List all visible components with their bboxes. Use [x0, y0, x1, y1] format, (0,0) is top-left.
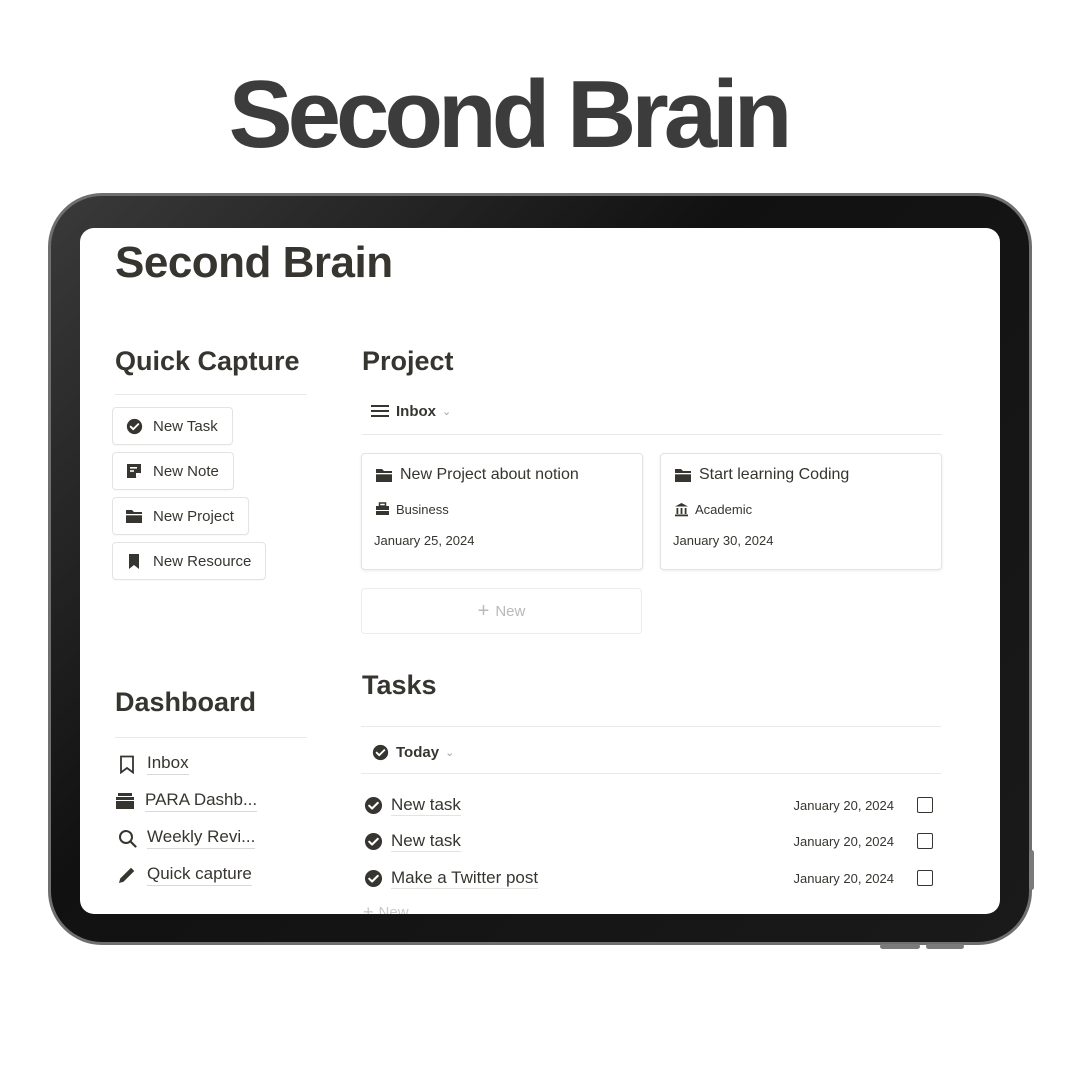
check-circle-icon	[125, 417, 143, 435]
task-date: January 20, 2024	[793, 797, 894, 813]
check-circle-icon	[363, 868, 383, 888]
card-title-text: New Project about notion	[400, 466, 579, 483]
task-row[interactable]: Make a Twitter post January 20, 2024	[363, 863, 933, 893]
check-circle-icon	[363, 795, 383, 815]
search-icon	[116, 827, 138, 849]
hero-title: Second Brain	[228, 61, 793, 168]
tablet-button	[1029, 850, 1034, 890]
project-card[interactable]: New Project about notion Business Januar…	[361, 453, 643, 570]
folder-icon	[374, 465, 394, 485]
check-circle-icon	[363, 831, 383, 851]
project-view-tab[interactable]: Inbox ⌄	[370, 401, 451, 421]
card-tag-text: Academic	[695, 501, 753, 517]
divider	[115, 394, 307, 395]
new-project-card-button[interactable]: + New	[361, 588, 642, 634]
app-screen: Second Brain Quick Capture New Task New …	[80, 228, 1000, 914]
task-row[interactable]: New task January 20, 2024	[363, 826, 933, 856]
new-note-button[interactable]: New Note	[112, 452, 234, 490]
project-card[interactable]: Start learning Coding Academic January 3…	[660, 453, 942, 570]
dashboard-item-label: Weekly Revi...	[147, 827, 256, 849]
new-task-row-button[interactable]: + New	[363, 902, 409, 914]
note-icon	[125, 462, 143, 480]
page-title: Second Brain	[115, 238, 393, 287]
divider	[115, 737, 307, 738]
task-checkbox[interactable]	[917, 833, 933, 849]
tablet-button	[880, 944, 920, 949]
dashboard-heading: Dashboard	[115, 687, 257, 717]
dashboard-item-weekly-review[interactable]: Weekly Revi...	[116, 824, 256, 852]
view-tab-label: Inbox	[396, 402, 436, 420]
dashboard-item-inbox[interactable]: Inbox	[116, 750, 189, 778]
task-checkbox[interactable]	[917, 797, 933, 813]
new-label: New	[378, 904, 409, 914]
briefcase-icon	[374, 501, 390, 517]
card-tag: Academic	[673, 501, 752, 517]
quick-capture-heading: Quick Capture	[115, 346, 300, 376]
plus-icon: +	[363, 902, 374, 914]
dashboard-item-para[interactable]: PARA Dashb...	[114, 787, 258, 815]
task-name: Make a Twitter post	[391, 867, 539, 889]
folder-icon	[125, 507, 143, 525]
plus-icon: +	[477, 599, 490, 622]
task-date: January 20, 2024	[793, 833, 894, 849]
folder-icon	[673, 465, 693, 485]
card-tag: Business	[374, 501, 449, 517]
chevron-down-icon: ⌄	[442, 405, 452, 418]
dashboard-item-label: Quick capture	[147, 864, 252, 886]
tasks-heading: Tasks	[362, 670, 437, 700]
archive-icon	[114, 790, 136, 812]
dashboard-item-label: PARA Dashb...	[145, 790, 258, 812]
tasks-view-tab[interactable]: Today ⌄	[370, 742, 454, 762]
card-date: January 30, 2024	[673, 533, 774, 548]
card-title: Start learning Coding	[673, 465, 849, 485]
task-row[interactable]: New task January 20, 2024	[363, 790, 933, 820]
card-tag-text: Business	[396, 501, 449, 517]
new-label: New	[495, 602, 526, 620]
task-name: New task	[391, 794, 461, 816]
new-project-button[interactable]: New Project	[112, 497, 249, 535]
dashboard-item-label: Inbox	[147, 753, 189, 775]
chevron-down-icon: ⌄	[445, 746, 455, 759]
bookmark-icon	[125, 552, 143, 570]
task-checkbox[interactable]	[917, 870, 933, 886]
new-resource-button[interactable]: New Resource	[112, 542, 267, 580]
project-heading: Project	[362, 346, 454, 376]
button-label: New Note	[153, 462, 219, 480]
new-task-button[interactable]: New Task	[112, 407, 233, 445]
button-label: New Project	[153, 507, 234, 525]
card-title: New Project about notion	[374, 465, 579, 485]
card-title-text: Start learning Coding	[699, 466, 850, 483]
view-tab-label: Today	[396, 743, 440, 761]
button-label: New Task	[153, 417, 218, 435]
check-circle-icon	[370, 742, 390, 762]
bank-icon	[673, 501, 689, 517]
pencil-icon	[116, 864, 138, 886]
card-date: January 25, 2024	[374, 533, 475, 548]
task-name: New task	[391, 830, 461, 852]
button-label: New Resource	[153, 552, 252, 570]
divider	[362, 434, 942, 435]
dashboard-item-quick-capture[interactable]: Quick capture	[116, 861, 252, 889]
tablet-button	[926, 944, 964, 949]
task-date: January 20, 2024	[793, 870, 894, 886]
bookmark-outline-icon	[116, 753, 138, 775]
list-icon	[370, 401, 390, 421]
